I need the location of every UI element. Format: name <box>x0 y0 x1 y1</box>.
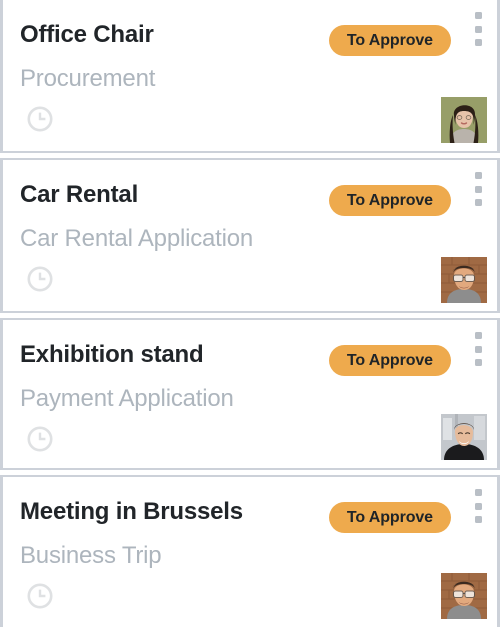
status-badge[interactable]: To Approve <box>328 25 451 56</box>
kebab-menu-icon[interactable] <box>473 12 483 46</box>
kebab-dot <box>474 345 482 353</box>
card-title: Car Rental <box>20 181 139 208</box>
status-badge[interactable]: To Approve <box>328 345 451 376</box>
status-badge[interactable]: To Approve <box>328 185 451 216</box>
kebab-dot <box>474 25 482 33</box>
kebab-dot <box>474 502 482 510</box>
kebab-menu-icon[interactable] <box>473 332 483 366</box>
avatar[interactable] <box>441 257 487 303</box>
kebab-menu-icon[interactable] <box>473 489 483 523</box>
kebab-dot <box>474 39 482 46</box>
approval-card[interactable]: Car Rental Car Rental Application To App… <box>0 158 500 313</box>
kebab-dot <box>474 199 482 206</box>
avatar[interactable] <box>441 97 487 143</box>
card-title: Exhibition stand <box>20 341 204 368</box>
avatar[interactable] <box>441 414 487 460</box>
status-badge[interactable]: To Approve <box>328 502 451 533</box>
approval-card[interactable]: Exhibition stand Payment Application To … <box>0 318 500 470</box>
kebab-dot <box>474 332 482 339</box>
card-subtitle: Payment Application <box>20 385 234 412</box>
kebab-dot <box>474 12 482 19</box>
kebab-dot <box>474 185 482 193</box>
kebab-menu-icon[interactable] <box>473 172 483 206</box>
approval-card[interactable]: Meeting in Brussels Business Trip To App… <box>0 475 500 627</box>
approval-card-list: Office Chair Procurement To Approve Car … <box>0 0 500 627</box>
kebab-dot <box>474 516 482 523</box>
approval-card[interactable]: Office Chair Procurement To Approve <box>0 0 500 153</box>
card-title: Office Chair <box>20 21 154 48</box>
card-title: Meeting in Brussels <box>20 498 243 525</box>
avatar[interactable] <box>441 573 487 619</box>
card-subtitle: Procurement <box>20 65 156 92</box>
clock-icon <box>27 583 53 609</box>
clock-icon <box>27 266 53 292</box>
card-subtitle: Car Rental Application <box>20 225 254 252</box>
clock-icon <box>27 426 53 452</box>
kebab-dot <box>474 489 482 496</box>
kebab-dot <box>474 359 482 366</box>
kebab-dot <box>474 172 482 179</box>
card-subtitle: Business Trip <box>20 542 162 569</box>
clock-icon <box>27 106 53 132</box>
